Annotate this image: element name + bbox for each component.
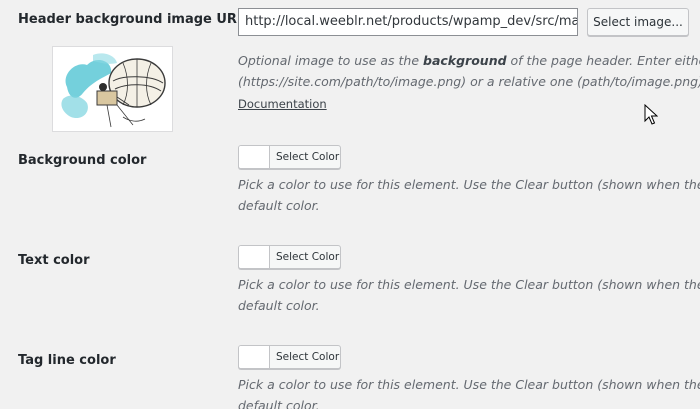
select-image-button[interactable]: Select image... [587,8,689,36]
mouse-pointer-icon [644,104,658,125]
select-color-label: Select Color [276,351,340,363]
tag-line-color-select-button[interactable]: Select Color [238,345,341,369]
text-color-label: Text color [18,253,90,268]
tag-line-color-label: Tag line color [18,353,116,368]
background-color-select-button[interactable]: Select Color [238,145,341,169]
documentation-link[interactable]: Documentation [238,97,327,111]
header-bg-description-line1: Optional image to use as the background … [238,53,700,68]
tag-line-color-description-line1: Pick a color to use for this element. Us… [238,377,700,392]
image-thumbnail-icon [61,53,166,128]
text-color-description-line1: Pick a color to use for this element. Us… [238,277,700,292]
text-color-select-button[interactable]: Select Color [238,245,341,269]
background-color-label: Background color [18,153,147,168]
header-bg-description-line2: (https://site.com/path/to/image.png) or … [238,74,700,89]
color-swatch [239,246,270,268]
select-color-label: Select Color [276,251,340,263]
header-bg-image-url-input[interactable]: http://local.weeblr.net/products/wpamp_d… [238,8,578,36]
background-color-description-line1: Pick a color to use for this element. Us… [238,177,700,192]
select-color-label: Select Color [276,151,340,163]
tag-line-color-description-line2: default color. [238,398,320,409]
color-swatch [239,346,270,368]
text-color-description-line2: default color. [238,298,320,313]
header-bg-image-label: Header background image URL [18,12,246,27]
color-swatch [239,146,270,168]
background-color-description-line2: default color. [238,198,320,213]
settings-page: Header background image URL http://local… [0,0,700,409]
header-bg-thumbnail [52,46,173,132]
